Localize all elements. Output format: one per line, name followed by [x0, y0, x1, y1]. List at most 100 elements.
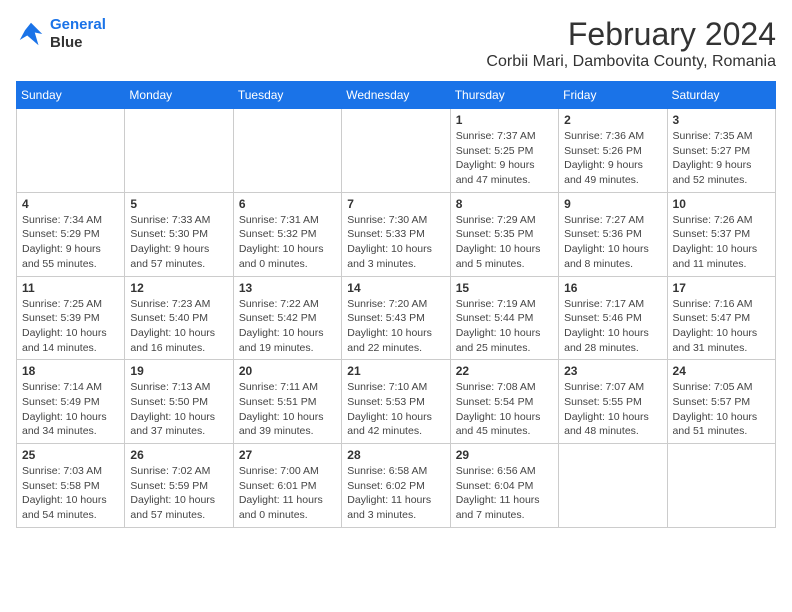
day-number: 5	[130, 197, 227, 211]
day-info: Sunrise: 7:14 AMSunset: 5:49 PMDaylight:…	[22, 380, 119, 439]
calendar-cell: 15Sunrise: 7:19 AMSunset: 5:44 PMDayligh…	[450, 276, 558, 360]
calendar-header-cell: Friday	[559, 82, 667, 109]
day-info: Sunrise: 7:23 AMSunset: 5:40 PMDaylight:…	[130, 297, 227, 356]
day-info: Sunrise: 7:29 AMSunset: 5:35 PMDaylight:…	[456, 213, 553, 272]
calendar-cell: 20 Sunrise: 7:11 AMSunset: 5:51 PMDayligh…	[233, 360, 341, 444]
day-info: Sunrise: 7:08 AMSunset: 5:54 PMDaylight:…	[456, 380, 553, 439]
day-number: 29	[456, 448, 553, 462]
day-info: Sunrise: 7:07 AMSunset: 5:55 PMDaylight:…	[564, 380, 661, 439]
calendar-cell: 10 Sunrise: 7:26 AMSunset: 5:37 PMDayligh…	[667, 192, 775, 276]
calendar-cell: 12 Sunrise: 7:23 AMSunset: 5:40 PMDayligh…	[125, 276, 233, 360]
day-number: 2	[564, 113, 661, 127]
day-number: 25	[22, 448, 119, 462]
calendar-cell	[559, 444, 667, 528]
day-number: 11	[22, 281, 119, 295]
day-info: Sunrise: 7:11 AMSunset: 5:51 PMDaylight:…	[239, 380, 336, 439]
calendar-header-cell: Thursday	[450, 82, 558, 109]
calendar-cell	[667, 444, 775, 528]
day-info: Sunrise: 7:03 AMSunset: 5:58 PMDaylight:…	[22, 464, 119, 523]
day-info: Sunrise: 7:31 AMSunset: 5:32 PMDaylight:…	[239, 213, 336, 272]
calendar-cell	[17, 109, 125, 193]
day-number: 20	[239, 364, 336, 378]
calendar-cell: 18Sunrise: 7:14 AMSunset: 5:49 PMDayligh…	[17, 360, 125, 444]
calendar-body: 1Sunrise: 7:37 AMSunset: 5:25 PMDaylight…	[17, 109, 776, 528]
calendar-cell: 1Sunrise: 7:37 AMSunset: 5:25 PMDaylight…	[450, 109, 558, 193]
calendar-cell: 23 Sunrise: 7:07 AMSunset: 5:55 PMDayligh…	[559, 360, 667, 444]
calendar-week-row: 25 Sunrise: 7:03 AMSunset: 5:58 PMDayligh…	[17, 444, 776, 528]
day-number: 27	[239, 448, 336, 462]
calendar-cell: 21 Sunrise: 7:10 AMSunset: 5:53 PMDayligh…	[342, 360, 450, 444]
calendar-cell: 9 Sunrise: 7:27 AMSunset: 5:36 PMDaylight…	[559, 192, 667, 276]
calendar-cell: 11 Sunrise: 7:25 AMSunset: 5:39 PMDayligh…	[17, 276, 125, 360]
day-info: Sunrise: 7:22 AMSunset: 5:42 PMDaylight:…	[239, 297, 336, 356]
day-info: Sunrise: 7:25 AMSunset: 5:39 PMDaylight:…	[22, 297, 119, 356]
calendar-header-cell: Saturday	[667, 82, 775, 109]
calendar: SundayMondayTuesdayWednesdayThursdayFrid…	[16, 81, 776, 528]
calendar-cell	[233, 109, 341, 193]
day-info: Sunrise: 7:36 AMSunset: 5:26 PMDaylight:…	[564, 129, 661, 188]
day-number: 22	[456, 364, 553, 378]
day-number: 14	[347, 281, 444, 295]
day-info: Sunrise: 7:20 AMSunset: 5:43 PMDaylight:…	[347, 297, 444, 356]
calendar-cell: 8 Sunrise: 7:29 AMSunset: 5:35 PMDaylight…	[450, 192, 558, 276]
location-subtitle: Corbii Mari, Dambovita County, Romania	[486, 53, 776, 71]
calendar-week-row: 1Sunrise: 7:37 AMSunset: 5:25 PMDaylight…	[17, 109, 776, 193]
calendar-cell: 4Sunrise: 7:34 AMSunset: 5:29 PMDaylight…	[17, 192, 125, 276]
calendar-cell: 5 Sunrise: 7:33 AMSunset: 5:30 PMDaylight…	[125, 192, 233, 276]
calendar-cell: 26 Sunrise: 7:02 AMSunset: 5:59 PMDayligh…	[125, 444, 233, 528]
calendar-cell: 2 Sunrise: 7:36 AMSunset: 5:26 PMDaylight…	[559, 109, 667, 193]
calendar-header-cell: Wednesday	[342, 82, 450, 109]
day-number: 21	[347, 364, 444, 378]
calendar-cell: 27Sunrise: 7:00 AMSunset: 6:01 PMDayligh…	[233, 444, 341, 528]
day-number: 13	[239, 281, 336, 295]
day-number: 8	[456, 197, 553, 211]
day-number: 12	[130, 281, 227, 295]
calendar-cell: 16 Sunrise: 7:17 AMSunset: 5:46 PMDayligh…	[559, 276, 667, 360]
calendar-week-row: 4Sunrise: 7:34 AMSunset: 5:29 PMDaylight…	[17, 192, 776, 276]
calendar-cell: 29 Sunrise: 6:56 AMSunset: 6:04 PMDayligh…	[450, 444, 558, 528]
calendar-cell: 19Sunrise: 7:13 AMSunset: 5:50 PMDayligh…	[125, 360, 233, 444]
day-info: Sunrise: 7:37 AMSunset: 5:25 PMDaylight:…	[456, 129, 553, 188]
day-info: Sunrise: 7:16 AMSunset: 5:47 PMDaylight:…	[673, 297, 770, 356]
day-number: 17	[673, 281, 770, 295]
day-number: 4	[22, 197, 119, 211]
day-info: Sunrise: 7:19 AMSunset: 5:44 PMDaylight:…	[456, 297, 553, 356]
day-info: Sunrise: 7:17 AMSunset: 5:46 PMDaylight:…	[564, 297, 661, 356]
calendar-cell: 6 Sunrise: 7:31 AMSunset: 5:32 PMDaylight…	[233, 192, 341, 276]
day-number: 24	[673, 364, 770, 378]
day-number: 23	[564, 364, 661, 378]
header: General Blue February 2024 Corbii Mari, …	[16, 16, 776, 71]
day-number: 7	[347, 197, 444, 211]
day-info: Sunrise: 6:58 AMSunset: 6:02 PMDaylight:…	[347, 464, 444, 523]
day-number: 9	[564, 197, 661, 211]
calendar-cell: 14 Sunrise: 7:20 AMSunset: 5:43 PMDayligh…	[342, 276, 450, 360]
title-area: February 2024 Corbii Mari, Dambovita Cou…	[486, 16, 776, 71]
day-number: 6	[239, 197, 336, 211]
day-info: Sunrise: 7:13 AMSunset: 5:50 PMDaylight:…	[130, 380, 227, 439]
calendar-cell	[342, 109, 450, 193]
day-info: Sunrise: 7:35 AMSunset: 5:27 PMDaylight:…	[673, 129, 770, 188]
day-info: Sunrise: 6:56 AMSunset: 6:04 PMDaylight:…	[456, 464, 553, 523]
calendar-cell: 3 Sunrise: 7:35 AMSunset: 5:27 PMDaylight…	[667, 109, 775, 193]
calendar-cell: 7Sunrise: 7:30 AMSunset: 5:33 PMDaylight…	[342, 192, 450, 276]
day-info: Sunrise: 7:05 AMSunset: 5:57 PMDaylight:…	[673, 380, 770, 439]
day-number: 16	[564, 281, 661, 295]
day-info: Sunrise: 7:26 AMSunset: 5:37 PMDaylight:…	[673, 213, 770, 272]
day-info: Sunrise: 7:02 AMSunset: 5:59 PMDaylight:…	[130, 464, 227, 523]
logo-text: General Blue	[50, 16, 106, 52]
day-info: Sunrise: 7:27 AMSunset: 5:36 PMDaylight:…	[564, 213, 661, 272]
calendar-cell: 28 Sunrise: 6:58 AMSunset: 6:02 PMDayligh…	[342, 444, 450, 528]
day-number: 28	[347, 448, 444, 462]
calendar-week-row: 11 Sunrise: 7:25 AMSunset: 5:39 PMDayligh…	[17, 276, 776, 360]
day-number: 3	[673, 113, 770, 127]
calendar-week-row: 18Sunrise: 7:14 AMSunset: 5:49 PMDayligh…	[17, 360, 776, 444]
calendar-cell: 24 Sunrise: 7:05 AMSunset: 5:57 PMDayligh…	[667, 360, 775, 444]
logo: General Blue	[16, 16, 106, 52]
month-title: February 2024	[486, 16, 776, 53]
day-info: Sunrise: 7:33 AMSunset: 5:30 PMDaylight:…	[130, 213, 227, 272]
calendar-cell: 17 Sunrise: 7:16 AMSunset: 5:47 PMDayligh…	[667, 276, 775, 360]
calendar-header-cell: Sunday	[17, 82, 125, 109]
day-info: Sunrise: 7:10 AMSunset: 5:53 PMDaylight:…	[347, 380, 444, 439]
day-number: 26	[130, 448, 227, 462]
day-number: 10	[673, 197, 770, 211]
